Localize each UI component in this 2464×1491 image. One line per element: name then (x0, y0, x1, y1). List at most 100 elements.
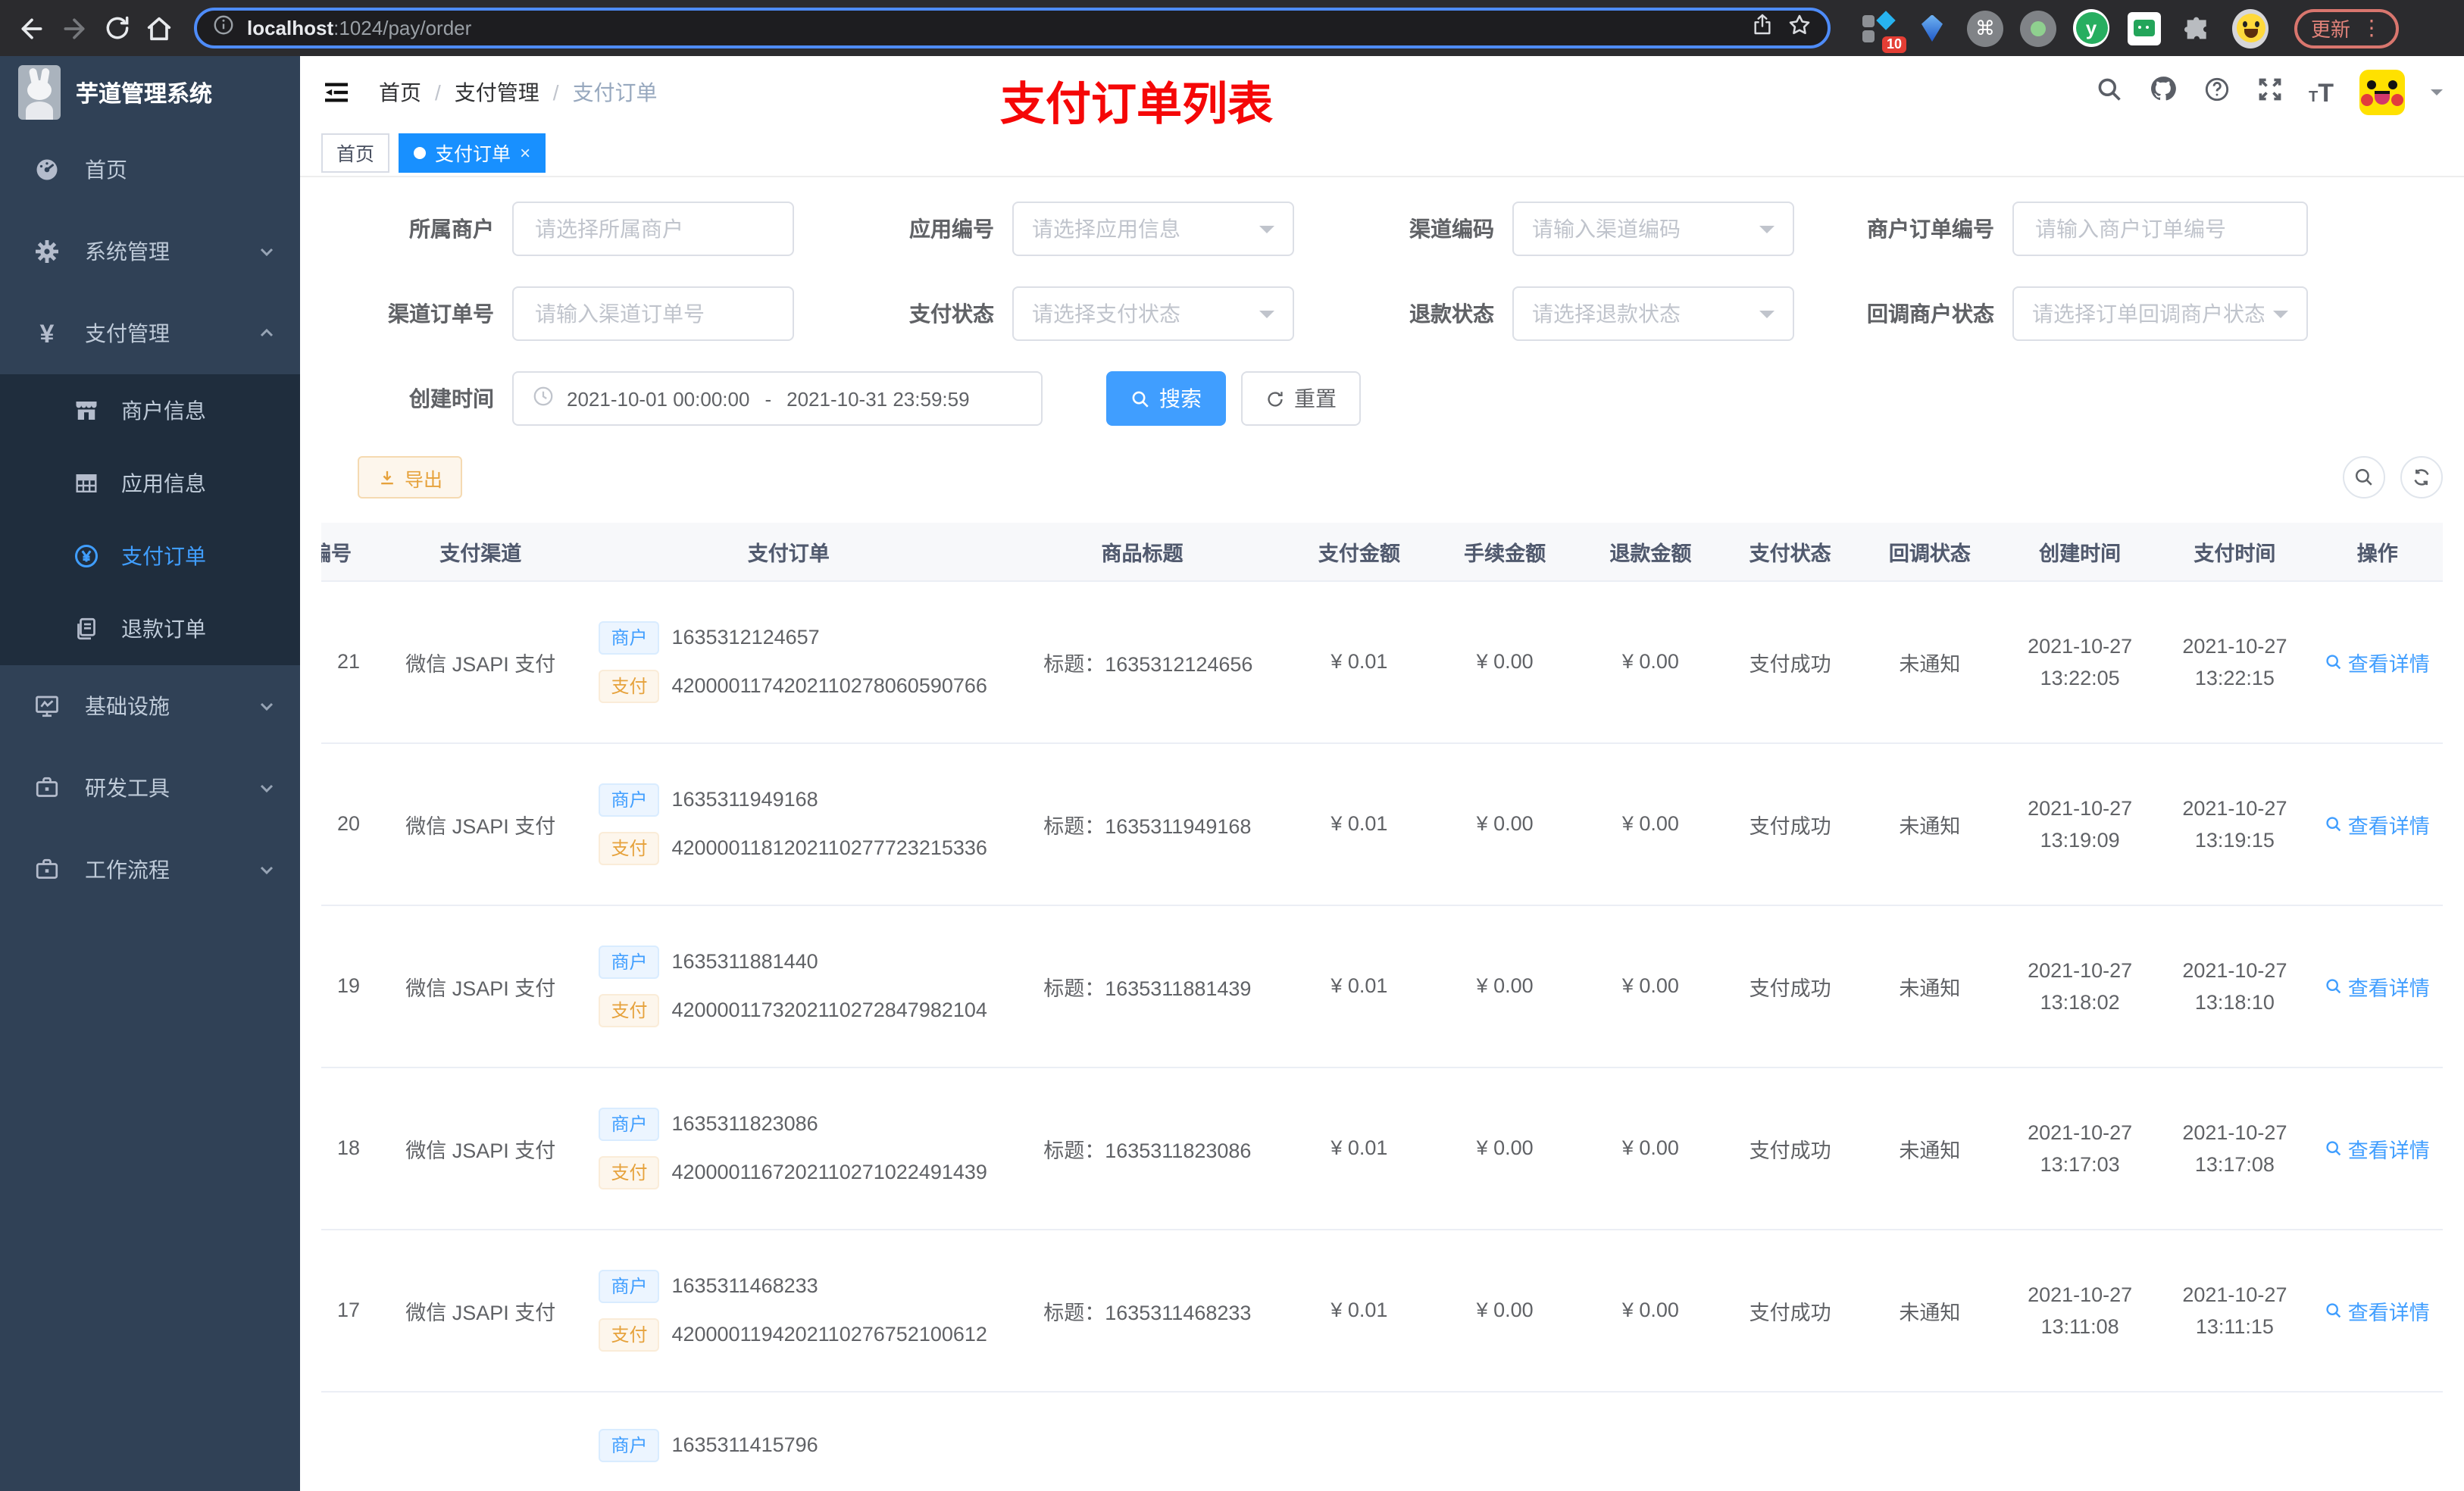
merchant-tag: 商户 (599, 1428, 660, 1461)
search-button[interactable]: 搜索 (1106, 371, 1226, 426)
view-detail-link[interactable]: 查看详情 (2325, 971, 2430, 1001)
github-icon[interactable] (2148, 74, 2177, 111)
sidebar-item-refund-order[interactable]: 退款订单 (0, 592, 300, 665)
app-select[interactable]: 请选择应用信息 (1012, 202, 1294, 256)
fee-amount: ¥ 0.00 (1476, 1299, 1534, 1321)
sidebar-item-workflow[interactable]: 工作流程 (0, 829, 300, 911)
pay-time: 13:19:15 (2194, 828, 2275, 851)
browser-home-icon[interactable] (142, 11, 176, 45)
tab-close-icon[interactable]: × (520, 142, 530, 163)
create-time: 13:19:09 (2040, 828, 2120, 851)
sidebar-item-dev-tools[interactable]: 研发工具 (0, 747, 300, 829)
view-detail-link[interactable]: 查看详情 (2325, 1133, 2430, 1163)
filter-label: 渠道订单号 (388, 302, 494, 326)
yen-icon: ¥ (39, 319, 55, 348)
chevron-down-icon (258, 697, 276, 715)
view-detail-link[interactable]: 查看详情 (2325, 1295, 2430, 1325)
sidebar-item-home[interactable]: 首页 (0, 129, 300, 211)
toggle-search-button[interactable] (2343, 456, 2385, 499)
export-button[interactable]: 导出 (358, 456, 463, 499)
refund-status-select[interactable]: 请选择退款状态 (1512, 286, 1794, 341)
tab-home[interactable]: 首页 (321, 133, 390, 172)
order-id: 20 (337, 812, 361, 835)
callback-status-select[interactable]: 请选择订单回调商户状态 (2012, 286, 2308, 341)
filter-label: 退款状态 (1409, 302, 1494, 326)
browser-reload-icon[interactable] (100, 11, 133, 45)
tab-pay-order[interactable]: 支付订单 × (399, 133, 546, 172)
site-info-icon[interactable] (212, 13, 235, 43)
sidebar-item-label: 支付管理 (85, 321, 170, 345)
sidebar-item-merchant-info[interactable]: 商户信息 (0, 374, 300, 447)
pay-date: 2021-10-27 (2182, 796, 2287, 819)
channel-order-no-input[interactable] (532, 300, 774, 327)
date-range-picker[interactable]: 2021-10-01 00:00:00 - 2021-10-31 23:59:5… (512, 371, 1043, 426)
browser-forward-icon[interactable] (58, 11, 91, 45)
create-date: 2021-10-27 (2028, 634, 2133, 657)
merchant-order-number: 1635312124657 (671, 626, 820, 649)
fullscreen-icon[interactable] (2256, 75, 2283, 110)
breadcrumb-pay-mgmt[interactable]: 支付管理 (455, 77, 539, 108)
merchant-order-no-input[interactable] (2032, 215, 2288, 242)
date-start: 2021-10-01 00:00:00 (567, 387, 750, 410)
shop-icon (73, 397, 100, 424)
extension-icon-y[interactable]: y (2073, 9, 2109, 47)
pay-amount: ¥ 0.01 (1330, 812, 1388, 835)
payment-submenu: 商户信息 应用信息 支付订单 退款订单 (0, 374, 300, 665)
breadcrumb-home[interactable]: 首页 (379, 77, 421, 108)
browser-menu-icon[interactable]: ⋮ (2361, 15, 2382, 41)
font-size-icon[interactable]: TT (2309, 80, 2334, 105)
share-icon[interactable] (1750, 12, 1775, 44)
pay-status: 支付成功 (1749, 814, 1831, 837)
browser-back-icon[interactable] (15, 11, 48, 45)
refresh-table-button[interactable] (2400, 456, 2443, 499)
refund-amount: ¥ 0.00 (1621, 812, 1679, 835)
extensions-puzzle-icon[interactable] (2179, 10, 2215, 46)
view-detail-link[interactable]: 查看详情 (2325, 808, 2430, 839)
address-bar[interactable]: localhost:1024/pay/order (194, 8, 1831, 48)
sidebar-item-payment[interactable]: ¥ 支付管理 (0, 292, 300, 374)
help-icon[interactable] (2203, 75, 2230, 110)
extension-icon-chat[interactable] (2126, 10, 2162, 46)
reset-button[interactable]: 重置 (1241, 371, 1361, 426)
sidebar: 芋道管理系统 首页 系统管理 ¥ 支付管理 商户信息 应用信息 支付订单 退款订… (0, 56, 300, 1491)
view-detail-link[interactable]: 查看详情 (2325, 646, 2430, 677)
browser-update-button[interactable]: 更新 ⋮ (2294, 8, 2400, 48)
goods-title: 标题：1635312124656 (1043, 652, 1253, 675)
sidebar-item-app-info[interactable]: 应用信息 (0, 447, 300, 520)
browser-profile-avatar[interactable] (2232, 8, 2269, 48)
pay-order-number: 4200001181202110277723215336 (671, 836, 987, 859)
user-caret-icon[interactable] (2431, 89, 2443, 102)
pay-channel: 微信 JSAPI 支付 (405, 1301, 556, 1324)
sidebar-collapse-icon[interactable] (321, 76, 355, 109)
clock-icon (532, 385, 555, 412)
refund-amount: ¥ 0.00 (1621, 1136, 1679, 1159)
filter-label: 商户订单编号 (1867, 217, 1994, 241)
extension-icon-command[interactable]: ⌘ (1967, 10, 2003, 46)
pay-status-select[interactable]: 请选择支付状态 (1012, 286, 1294, 341)
user-avatar[interactable] (2359, 70, 2405, 115)
sidebar-item-system[interactable]: 系统管理 (0, 211, 300, 292)
sidebar-item-label: 研发工具 (85, 776, 170, 800)
chevron-down-icon (1759, 225, 1775, 240)
search-icon[interactable] (2095, 75, 2122, 110)
merchant-order-number: 1635311468233 (671, 1274, 818, 1297)
magnifier-icon (2327, 1140, 2342, 1155)
app-logo[interactable]: 芋道管理系统 (0, 56, 300, 129)
create-time: 13:11:08 (2040, 1314, 2119, 1337)
dashboard-icon (33, 156, 61, 183)
sidebar-item-pay-order[interactable]: 支付订单 (0, 520, 300, 592)
extension-icon-dot[interactable] (2020, 10, 2056, 46)
bookmark-star-icon[interactable] (1787, 11, 1812, 45)
tags-view-bar: 首页 支付订单 × (300, 129, 2464, 177)
sidebar-item-label: 首页 (85, 158, 127, 182)
extension-icon-2[interactable] (1914, 10, 1950, 46)
table-row: 20 微信 JSAPI 支付 商户 1635311949168 支付 42000… (321, 742, 2443, 905)
filter-label: 回调商户状态 (1867, 302, 1994, 326)
sidebar-item-infrastructure[interactable]: 基础设施 (0, 665, 300, 747)
fee-amount: ¥ 0.00 (1476, 1136, 1534, 1159)
table-row: 18 微信 JSAPI 支付 商户 1635311823086 支付 42000… (321, 1067, 2443, 1230)
breadcrumb-current: 支付订单 (572, 80, 658, 105)
extension-icon-1[interactable]: 10 (1861, 10, 1906, 52)
merchant-input[interactable] (532, 215, 774, 242)
channel-code-select[interactable]: 请输入渠道编码 (1512, 202, 1794, 256)
